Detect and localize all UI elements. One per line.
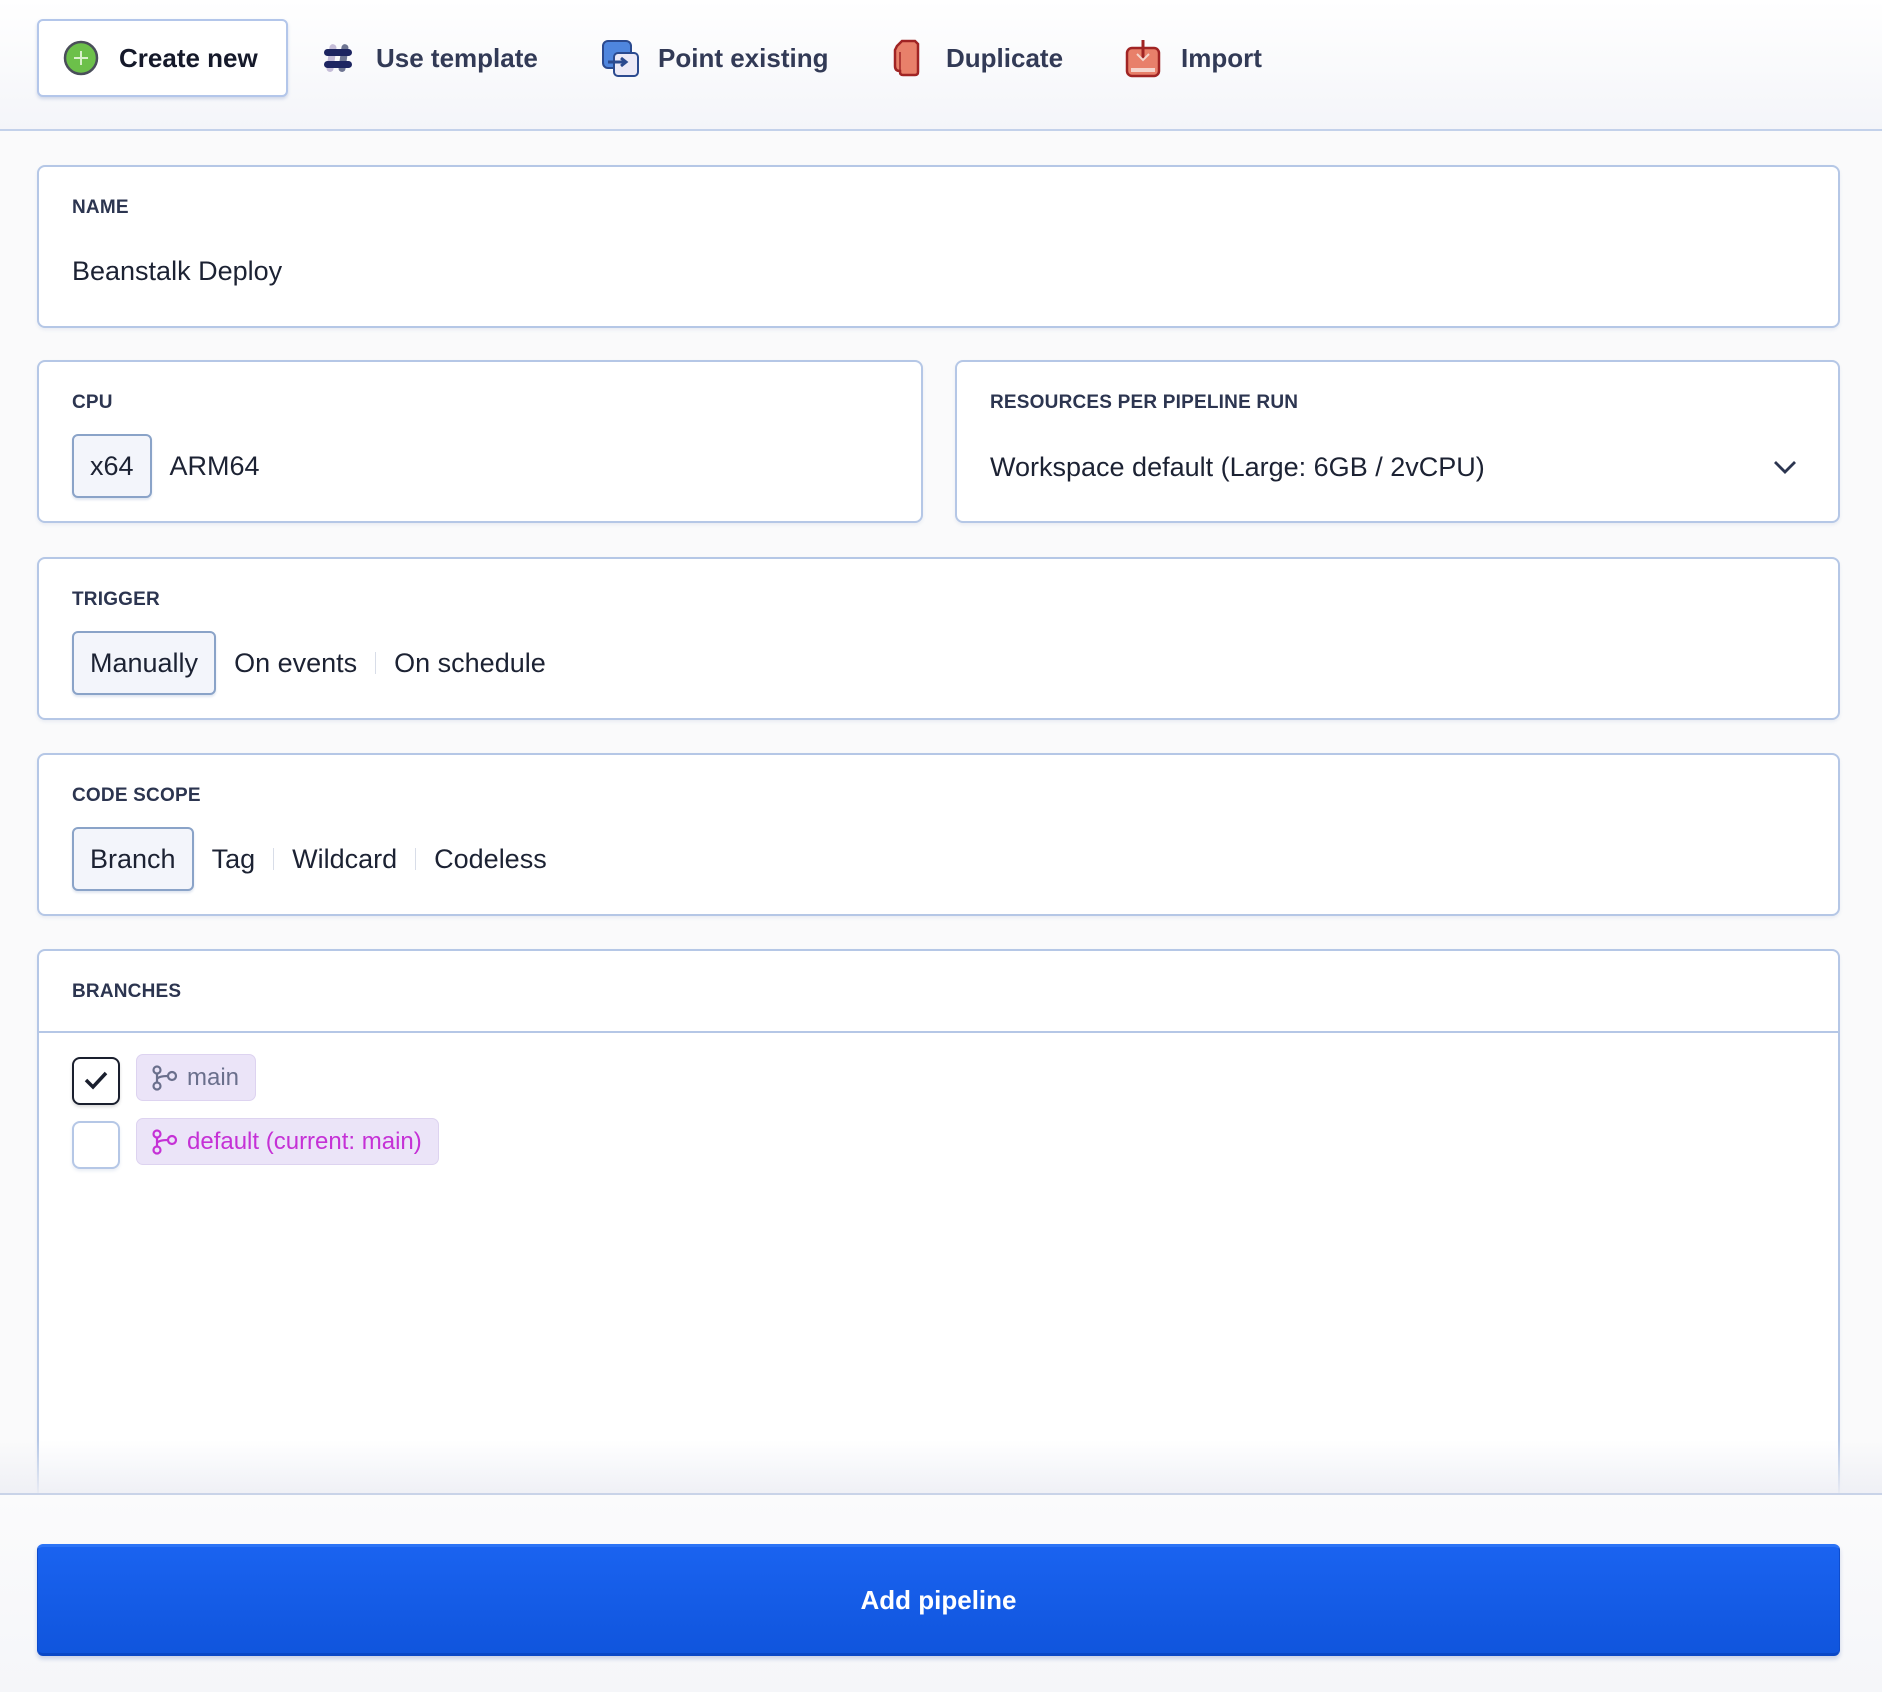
name-card: NAME Beanstalk Deploy [37,165,1840,328]
name-input[interactable]: Beanstalk Deploy [72,256,282,287]
hash-icon [318,38,358,78]
code-scope-option-wildcard[interactable]: Wildcard [274,844,415,875]
chevron-down-icon[interactable] [1772,454,1798,480]
branch-checkbox-main[interactable] [72,1057,120,1105]
code-scope-segmented-control: Branch Tag Wildcard Codeless [72,827,565,891]
trigger-option-manually[interactable]: Manually [72,631,217,695]
trigger-option-on-schedule[interactable]: On schedule [376,648,564,679]
duplicate-icon [888,38,928,78]
tab-import[interactable]: Import [1123,19,1262,97]
name-label: NAME [72,197,129,218]
branch-name: main [187,1063,240,1091]
resources-card[interactable]: RESOURCES PER PIPELINE RUN Workspace def… [955,360,1840,523]
git-branch-icon [152,1128,178,1155]
trigger-option-on-events[interactable]: On events [216,648,375,679]
checkmark-icon [84,1071,108,1090]
code-scope-option-tag[interactable]: Tag [194,844,274,875]
branches-card: BRANCHES main default (current: main) [37,949,1840,1569]
tab-label: Create new [119,42,258,73]
code-scope-label: CODE SCOPE [72,785,201,806]
import-icon [1123,38,1163,78]
add-pipeline-button[interactable]: Add pipeline [37,1544,1840,1656]
tab-create-new[interactable]: Create new [37,19,288,97]
cpu-option-x64[interactable]: x64 [72,434,152,498]
divider [39,1031,1838,1033]
cpu-label: CPU [72,392,113,413]
tab-label: Point existing [658,42,829,73]
branch-chip-main: main [136,1054,257,1101]
branch-name: default (current: main) [187,1127,422,1155]
tab-label: Use template [376,42,538,73]
pipeline-source-tabs: Create new Use template Point existing D… [0,0,1882,131]
tab-use-template[interactable]: Use template [318,19,538,97]
trigger-card: TRIGGER Manually On events On schedule [37,557,1840,720]
code-scope-option-branch[interactable]: Branch [72,827,194,891]
tab-label: Import [1181,42,1262,73]
tab-duplicate[interactable]: Duplicate [888,19,1063,97]
branch-checkbox-default[interactable] [72,1121,120,1169]
git-branch-icon [152,1064,178,1091]
tab-label: Duplicate [946,42,1064,73]
resources-select-value[interactable]: Workspace default (Large: 6GB / 2vCPU) [990,452,1485,483]
cpu-option-arm64[interactable]: ARM64 [152,451,278,482]
cpu-segmented-control: x64 ARM64 [72,434,278,498]
cpu-card: CPU x64 ARM64 [37,360,923,523]
plus-circle-icon [61,38,101,78]
resources-label: RESOURCES PER PIPELINE RUN [990,392,1299,413]
point-arrow-icon [600,38,640,78]
code-scope-card: CODE SCOPE Branch Tag Wildcard Codeless [37,753,1840,916]
branches-label: BRANCHES [72,981,182,1002]
trigger-segmented-control: Manually On events On schedule [72,631,564,695]
tab-point-existing[interactable]: Point existing [600,19,828,97]
trigger-label: TRIGGER [72,589,160,610]
branch-chip-default: default (current: main) [136,1118,439,1165]
code-scope-option-codeless[interactable]: Codeless [416,844,565,875]
